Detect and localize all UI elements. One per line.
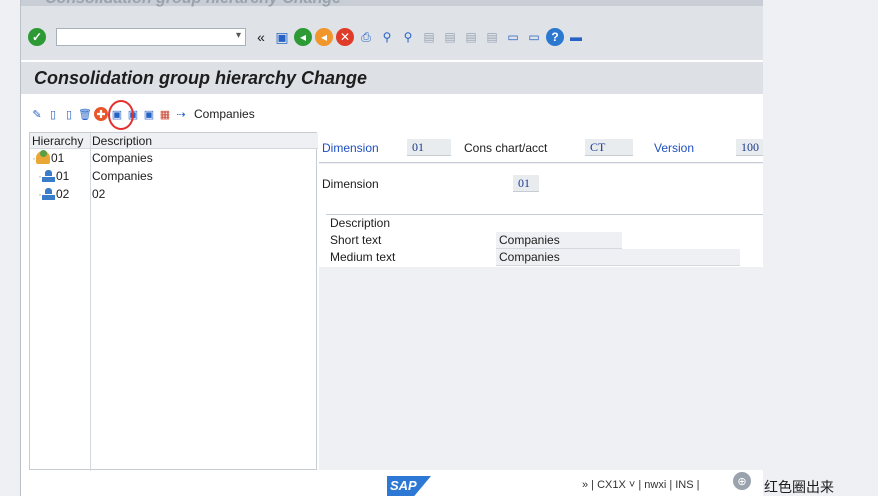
description-section: Description Short text Companies Medium … [319,208,763,267]
tree-row[interactable]: · 01 Companies [30,169,318,187]
chevron-down-icon[interactable]: ▾ [236,30,241,41]
caption-text: 红色圈出来 [764,480,834,496]
hierarchy-tree: Hierarchy Description · 01 Companies · 01 … [29,132,318,471]
print-icon[interactable]: ⎙ [357,28,375,46]
assign-units-icon[interactable]: ✚ [94,107,108,121]
customize-layout-icon[interactable]: ▬ [567,28,585,46]
cons-chart-label: Cons chart/acct [464,141,548,155]
consolidation-group-icon [36,150,50,164]
help-icon[interactable]: ? [546,28,564,46]
medium-text-row: Medium text Companies [326,249,746,266]
tree-row[interactable]: · 01 Companies [30,150,318,169]
create-icon[interactable]: ▯ [46,107,60,121]
system-info[interactable]: » | CX1X ˅ | nwxi | INS | [582,479,700,491]
enter-check-icon[interactable]: ✓ [28,28,46,46]
short-text-field[interactable]: Companies [496,232,622,249]
screenshot: Consolidation group hierarchy Change ✓ ▾… [0,0,878,496]
new-session-icon[interactable]: ▭ [504,28,522,46]
medium-text-label: Medium text [330,250,396,264]
header-fields: Dimension 01 Cons chart/acct CT Version … [319,132,763,163]
sap-window: Consolidation group hierarchy Change ✓ ▾… [20,0,763,496]
tree-header: Hierarchy Description [30,133,318,149]
table-icon[interactable]: ▦ [158,107,172,121]
window-title-bar: Consolidation group hierarchy Change [21,0,763,8]
find-next-icon[interactable]: ⚲ [399,28,417,46]
cancel-red-icon[interactable]: ✕ [336,28,354,46]
companies-button[interactable]: Companies [194,107,255,121]
medium-text-field[interactable]: Companies [496,249,740,266]
copy-icon[interactable]: ▯ [62,107,76,121]
column-header-hierarchy[interactable]: Hierarchy [32,134,83,148]
back-green-icon[interactable]: ◂ [294,28,312,46]
tree-node-id: 01 [51,151,65,165]
page-title: Consolidation group hierarchy Change [34,68,368,88]
find-icon[interactable]: ⚲ [378,28,396,46]
last-page-icon[interactable]: ▤ [483,28,501,46]
tree-node-id: 01 [56,169,70,183]
exit-orange-icon[interactable]: ◂ [315,28,333,46]
version-value: 100 [736,139,763,156]
tree-node-description: Companies [92,169,153,183]
subtree-icon[interactable]: ▣ [142,107,156,121]
detail-dimension-value: 01 [513,175,539,192]
save-icon[interactable]: ▣ [273,28,291,46]
application-title-bar: Consolidation group hierarchy Change [21,62,763,94]
shortcut-icon[interactable]: ▭ [525,28,543,46]
previous-page-icon[interactable]: ▤ [441,28,459,46]
first-page-icon[interactable]: ▤ [420,28,438,46]
detail-dimension-label: Dimension [322,177,379,191]
tree-node-id: 02 [56,187,70,201]
highlight-circle [108,100,134,130]
hierarchy-node-icon [42,170,55,182]
next-page-icon[interactable]: ▤ [462,28,480,46]
short-text-label: Short text [330,233,382,247]
move-icon[interactable]: ⇢ [174,107,188,121]
tree-node-description: Companies [92,151,153,165]
display-change-icon[interactable]: ✎ [30,107,44,121]
hierarchy-node-icon [42,188,55,200]
column-header-description[interactable]: Description [92,134,152,148]
tree-node-description: 02 [92,187,106,201]
description-group: Description Short text Companies Medium … [326,214,763,266]
system-toolbar: ✓ ▾ « ▣ ◂ ◂ ✕ ⎙ ⚲ ⚲ ▤ ▤ ▤ ▤ ▭ ▭ ? ▬ [21,22,763,52]
description-group-label: Description [330,216,391,230]
delete-icon[interactable]: 🗑 [78,107,92,121]
dimension-value: 01 [407,139,451,156]
command-field[interactable]: ▾ [56,28,246,46]
cons-chart-value: CT [585,139,633,156]
detail-pane: Dimension 01 Cons chart/acct CT Version … [319,132,763,470]
version-label: Version [654,141,695,155]
dimension-section: Dimension 01 [319,164,763,208]
tree-row[interactable]: · 02 02 [30,187,318,205]
short-text-row: Short text Companies [326,232,746,249]
window-title: Consolidation group hierarchy Change [45,0,341,8]
dimension-label: Dimension [322,141,379,155]
back-arrows-icon[interactable]: « [252,28,270,46]
zoom-icon[interactable]: ⊕ [733,472,751,490]
